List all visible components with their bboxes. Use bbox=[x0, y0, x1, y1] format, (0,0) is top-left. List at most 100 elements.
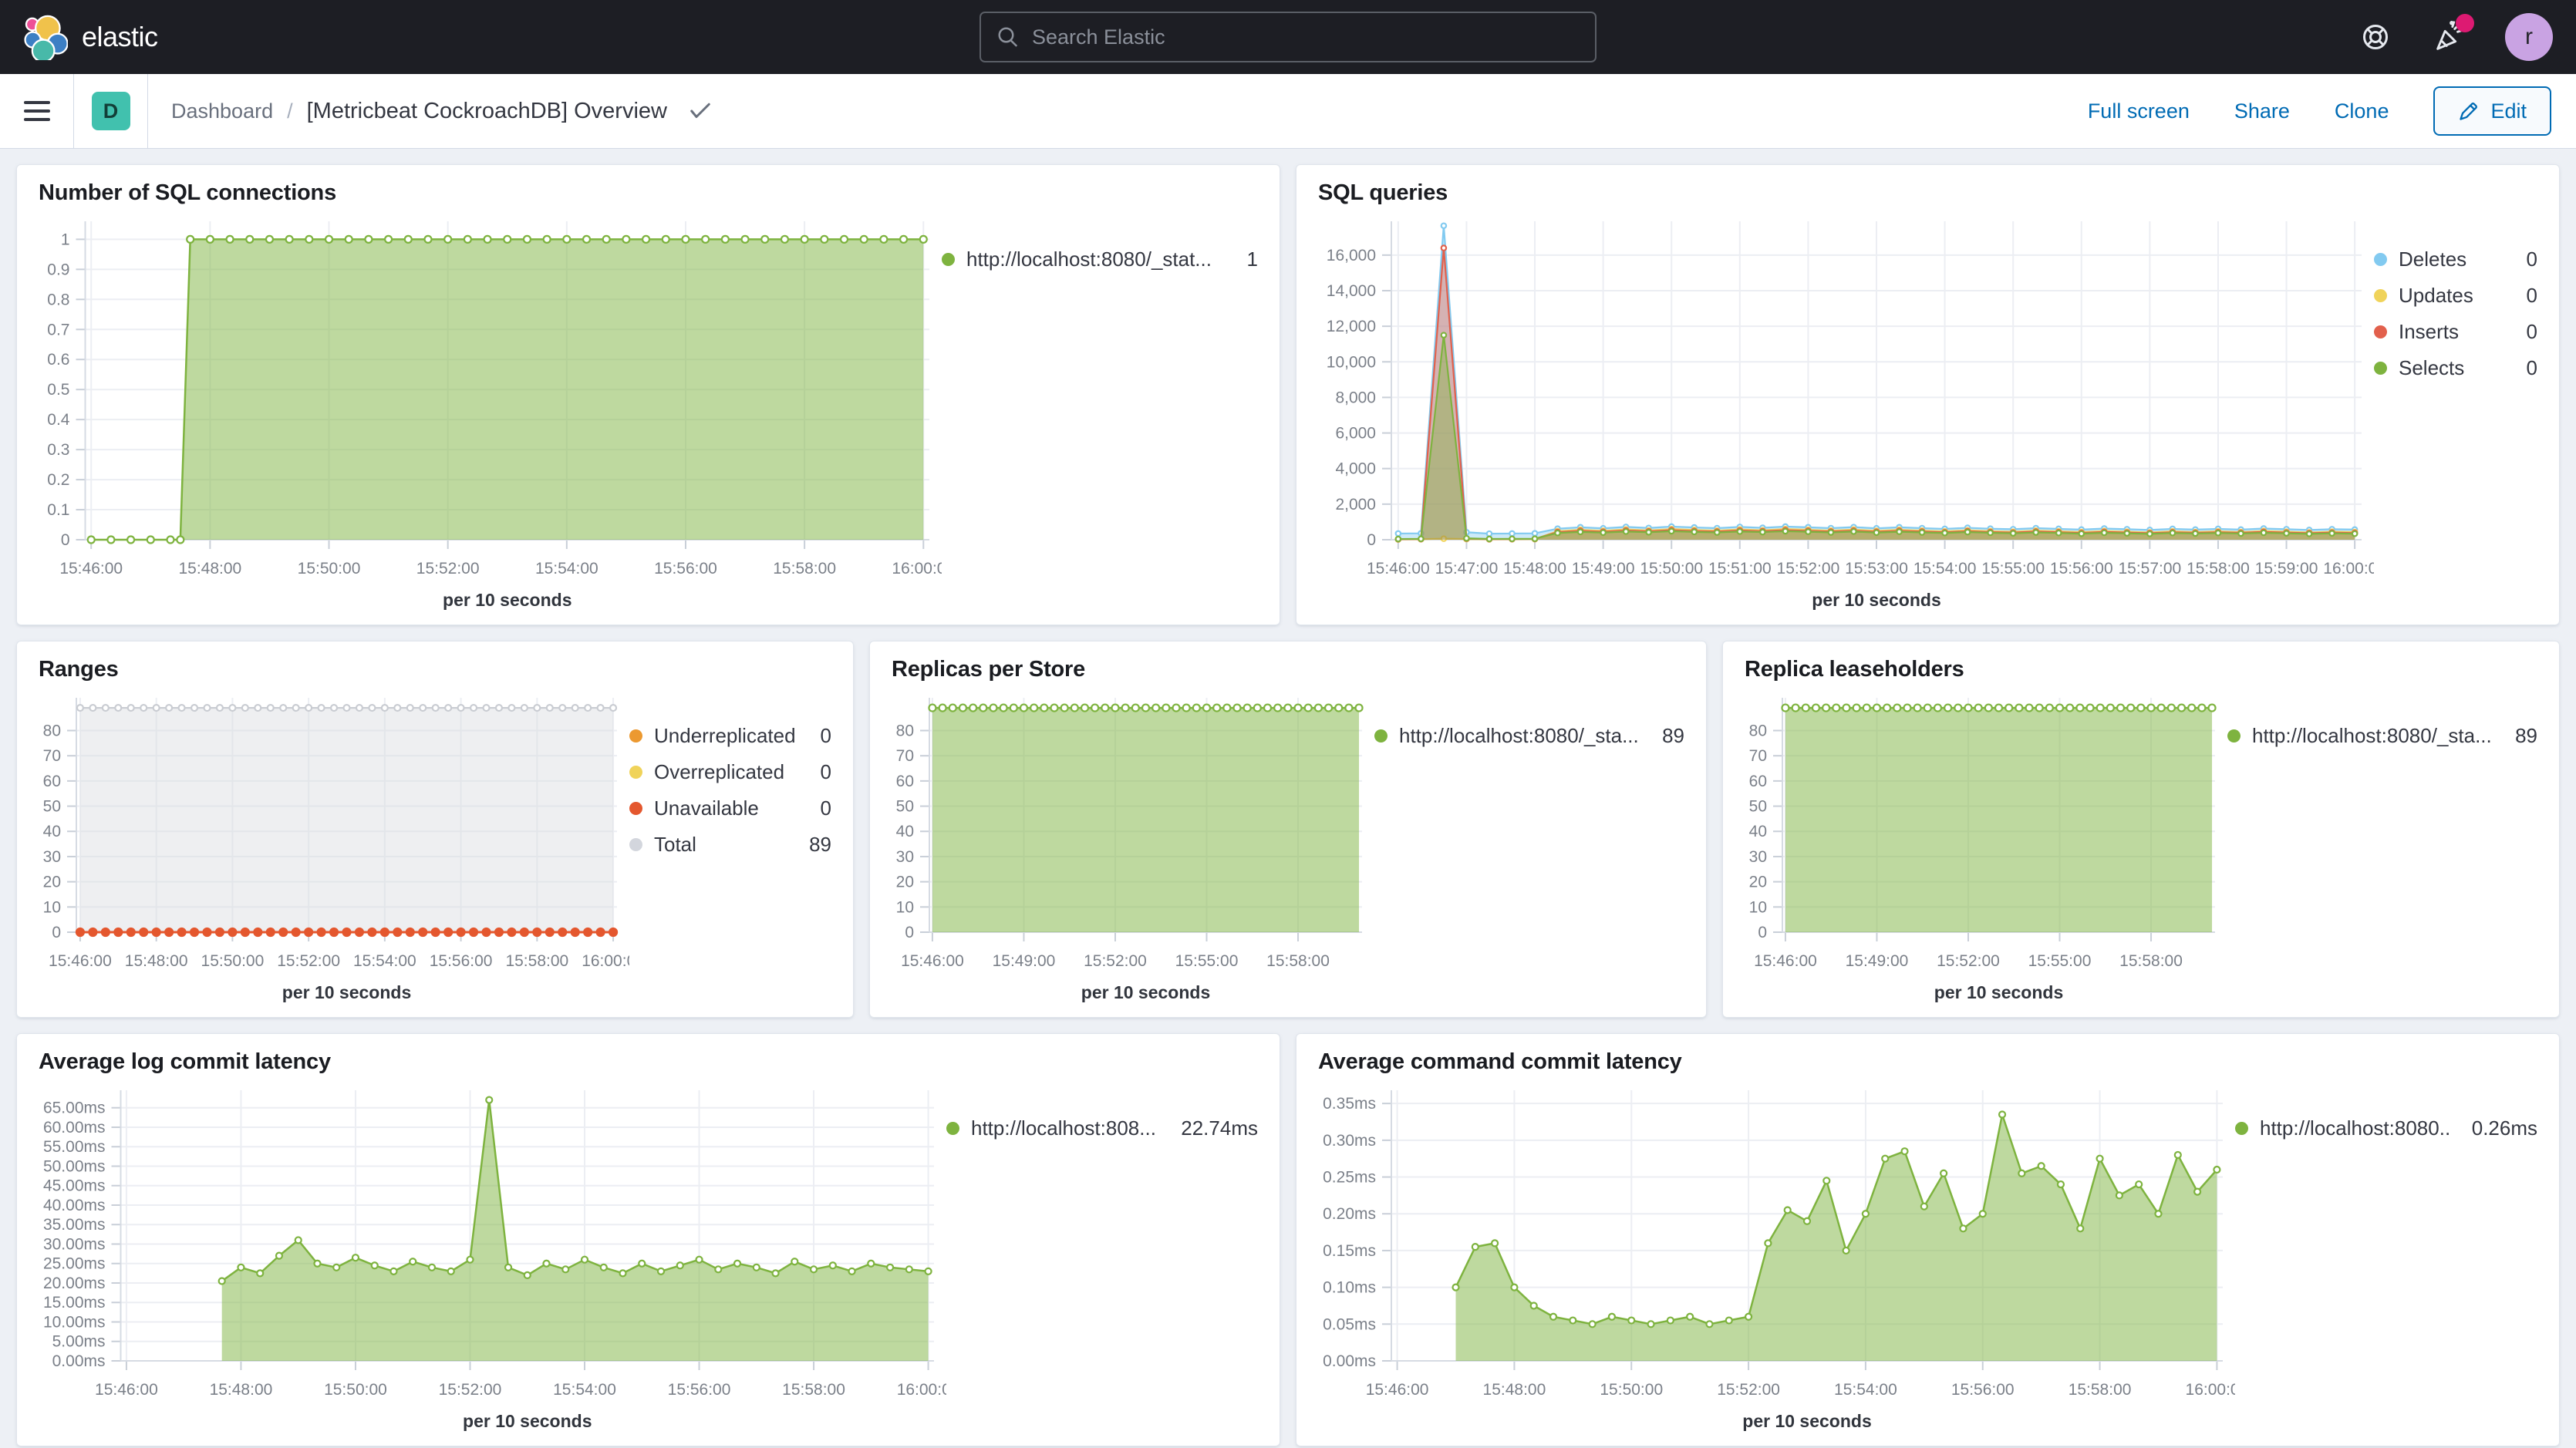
svg-text:0.3: 0.3 bbox=[47, 441, 69, 459]
legend-item[interactable]: http://localhost:8080... 0.26ms bbox=[2235, 1116, 2537, 1140]
chart-canvas-log-commit-latency[interactable]: 15:46:0015:48:0015:50:0015:52:0015:54:00… bbox=[39, 1079, 946, 1435]
breadcrumb-dashboard-link[interactable]: Dashboard bbox=[171, 99, 273, 123]
svg-text:0.5: 0.5 bbox=[47, 381, 69, 399]
svg-text:15.00ms: 15.00ms bbox=[43, 1294, 106, 1312]
legend-item[interactable]: Updates 0 bbox=[2374, 284, 2537, 308]
svg-text:40: 40 bbox=[896, 823, 914, 840]
panel-title[interactable]: Average command commit latency bbox=[1318, 1049, 2537, 1075]
panel-title[interactable]: Replica leaseholders bbox=[1745, 657, 2537, 682]
panel-sql-connections: Number of SQL connections 15:46:00 15:48:… bbox=[16, 164, 1280, 625]
svg-text:15:48:00: 15:48:00 bbox=[178, 560, 241, 578]
svg-text:0.25ms: 0.25ms bbox=[1323, 1169, 1376, 1187]
share-button[interactable]: Share bbox=[2234, 99, 2290, 123]
legend-item[interactable]: http://localhost:8080/_sta... 89 bbox=[1374, 724, 1684, 748]
dashboard-app-badge[interactable]: D bbox=[92, 92, 130, 130]
chart-canvas-replicas-per-store[interactable]: 15:46:0015:49:0015:52:0015:55:0015:58:00… bbox=[892, 687, 1374, 1006]
svg-text:15:50:00: 15:50:00 bbox=[1600, 1381, 1663, 1399]
edit-button-label: Edit bbox=[2490, 99, 2527, 123]
legend-label: http://localhost:8080/_sta... bbox=[2252, 724, 2492, 748]
legend-item[interactable]: Total 89 bbox=[629, 833, 831, 857]
legend-label: Selects bbox=[2399, 356, 2464, 380]
legend-label: Unavailable bbox=[654, 796, 759, 820]
chart-canvas-ranges[interactable]: 15:46:0015:48:0015:50:0015:52:0015:54:00… bbox=[39, 687, 629, 1006]
breadcrumb-separator: / bbox=[287, 99, 293, 123]
legend-value: 89 bbox=[800, 833, 831, 857]
svg-text:15:58:00: 15:58:00 bbox=[505, 952, 568, 970]
svg-text:15:56:00: 15:56:00 bbox=[1951, 1381, 2015, 1399]
legend-item[interactable]: http://localhost:8080/_sta... 89 bbox=[2227, 724, 2537, 748]
search-input[interactable] bbox=[1032, 25, 1580, 49]
panel-title[interactable]: Replicas per Store bbox=[892, 657, 1684, 682]
svg-text:55.00ms: 55.00ms bbox=[43, 1138, 106, 1156]
legend-label: Overreplicated bbox=[654, 760, 784, 784]
svg-text:20: 20 bbox=[896, 874, 914, 891]
legend-item[interactable]: http://localhost:8080/_stat... 1 bbox=[942, 248, 1258, 271]
pencil-icon bbox=[2458, 100, 2480, 122]
svg-text:15:58:00: 15:58:00 bbox=[1266, 952, 1330, 970]
chart-legend: http://localhost:808... 22.74ms bbox=[946, 1116, 1258, 1435]
panel-title[interactable]: Average log commit latency bbox=[39, 1049, 1258, 1075]
check-icon[interactable] bbox=[689, 101, 712, 121]
legend-value: 0 bbox=[2517, 356, 2537, 380]
svg-text:15:49:00: 15:49:00 bbox=[1846, 952, 1909, 970]
svg-text:1: 1 bbox=[61, 231, 70, 248]
svg-text:15:46:00: 15:46:00 bbox=[49, 952, 112, 970]
svg-text:45.00ms: 45.00ms bbox=[43, 1177, 106, 1195]
legend-swatch bbox=[1374, 729, 1387, 743]
svg-text:15:50:00: 15:50:00 bbox=[298, 560, 361, 578]
legend-value: 22.74ms bbox=[1172, 1116, 1258, 1140]
legend-item[interactable]: Unavailable 0 bbox=[629, 796, 831, 820]
global-search[interactable] bbox=[979, 12, 1597, 62]
panel-title[interactable]: SQL queries bbox=[1318, 180, 2537, 206]
svg-text:20.00ms: 20.00ms bbox=[43, 1275, 106, 1292]
svg-text:15:52:00: 15:52:00 bbox=[1084, 952, 1147, 970]
news-button[interactable] bbox=[2431, 19, 2468, 56]
svg-text:0.7: 0.7 bbox=[47, 321, 69, 338]
svg-text:15:54:00: 15:54:00 bbox=[1834, 1381, 1897, 1399]
legend-item[interactable]: Inserts 0 bbox=[2374, 320, 2537, 344]
svg-text:16:00:00: 16:00:00 bbox=[897, 1381, 946, 1399]
svg-text:0: 0 bbox=[52, 924, 61, 941]
edit-button[interactable]: Edit bbox=[2433, 86, 2551, 136]
svg-text:15:54:00: 15:54:00 bbox=[353, 952, 416, 970]
chart-legend: Deletes 0 Updates 0 Inserts 0 bbox=[2374, 248, 2537, 614]
svg-text:15:53:00: 15:53:00 bbox=[1845, 560, 1908, 578]
svg-text:5.00ms: 5.00ms bbox=[52, 1333, 106, 1351]
legend-label: Total bbox=[654, 833, 696, 857]
elastic-brand[interactable]: elastic bbox=[23, 14, 158, 60]
full-screen-button[interactable]: Full screen bbox=[2088, 99, 2190, 123]
svg-text:15:55:00: 15:55:00 bbox=[1981, 560, 2045, 578]
legend-item[interactable]: Selects 0 bbox=[2374, 356, 2537, 380]
svg-text:15:52:00: 15:52:00 bbox=[439, 1381, 502, 1399]
svg-text:0.00ms: 0.00ms bbox=[52, 1352, 106, 1370]
legend-label: Inserts bbox=[2399, 320, 2459, 344]
svg-text:15:48:00: 15:48:00 bbox=[210, 1381, 273, 1399]
svg-text:15:46:00: 15:46:00 bbox=[59, 560, 123, 578]
legend-value: 0 bbox=[2517, 248, 2537, 271]
chart-canvas-sql-connections[interactable]: 15:46:0015:48:0015:50:0015:52:0015:54:00… bbox=[39, 210, 942, 614]
main-menu-button[interactable] bbox=[0, 74, 74, 148]
svg-text:10: 10 bbox=[896, 898, 914, 916]
legend-swatch bbox=[629, 838, 642, 851]
chart-canvas-command-commit-latency[interactable]: 15:46:0015:48:0015:50:0015:52:0015:54:00… bbox=[1318, 1079, 2235, 1435]
legend-item[interactable]: http://localhost:808... 22.74ms bbox=[946, 1116, 1258, 1140]
svg-text:15:52:00: 15:52:00 bbox=[1717, 1381, 1780, 1399]
legend-value: 0.26ms bbox=[2463, 1116, 2537, 1140]
svg-text:0.1: 0.1 bbox=[47, 501, 69, 519]
legend-item[interactable]: Overreplicated 0 bbox=[629, 760, 831, 784]
svg-text:80: 80 bbox=[1749, 722, 1767, 739]
legend-swatch bbox=[2374, 362, 2387, 375]
legend-item[interactable]: Deletes 0 bbox=[2374, 248, 2537, 271]
legend-item[interactable]: Underreplicated 0 bbox=[629, 724, 831, 748]
panel-title[interactable]: Number of SQL connections bbox=[39, 180, 1258, 206]
svg-text:15:47:00: 15:47:00 bbox=[1435, 560, 1499, 578]
help-button[interactable] bbox=[2357, 19, 2394, 56]
panel-title[interactable]: Ranges bbox=[39, 657, 831, 682]
chart-canvas-sql-queries[interactable]: 15:46:0015:47:0015:48:0015:49:0015:50:00… bbox=[1318, 210, 2374, 614]
clone-button[interactable]: Clone bbox=[2335, 99, 2389, 123]
avatar-initial: r bbox=[2525, 24, 2533, 50]
panel-sql-queries: SQL queries 15:46:0015:47:0015:48:0015:4… bbox=[1296, 164, 2560, 625]
legend-value: 89 bbox=[1653, 724, 1684, 748]
chart-canvas-replica-leaseholders[interactable]: 15:46:0015:49:0015:52:0015:55:0015:58:00… bbox=[1745, 687, 2227, 1006]
user-avatar[interactable]: r bbox=[2505, 13, 2553, 61]
